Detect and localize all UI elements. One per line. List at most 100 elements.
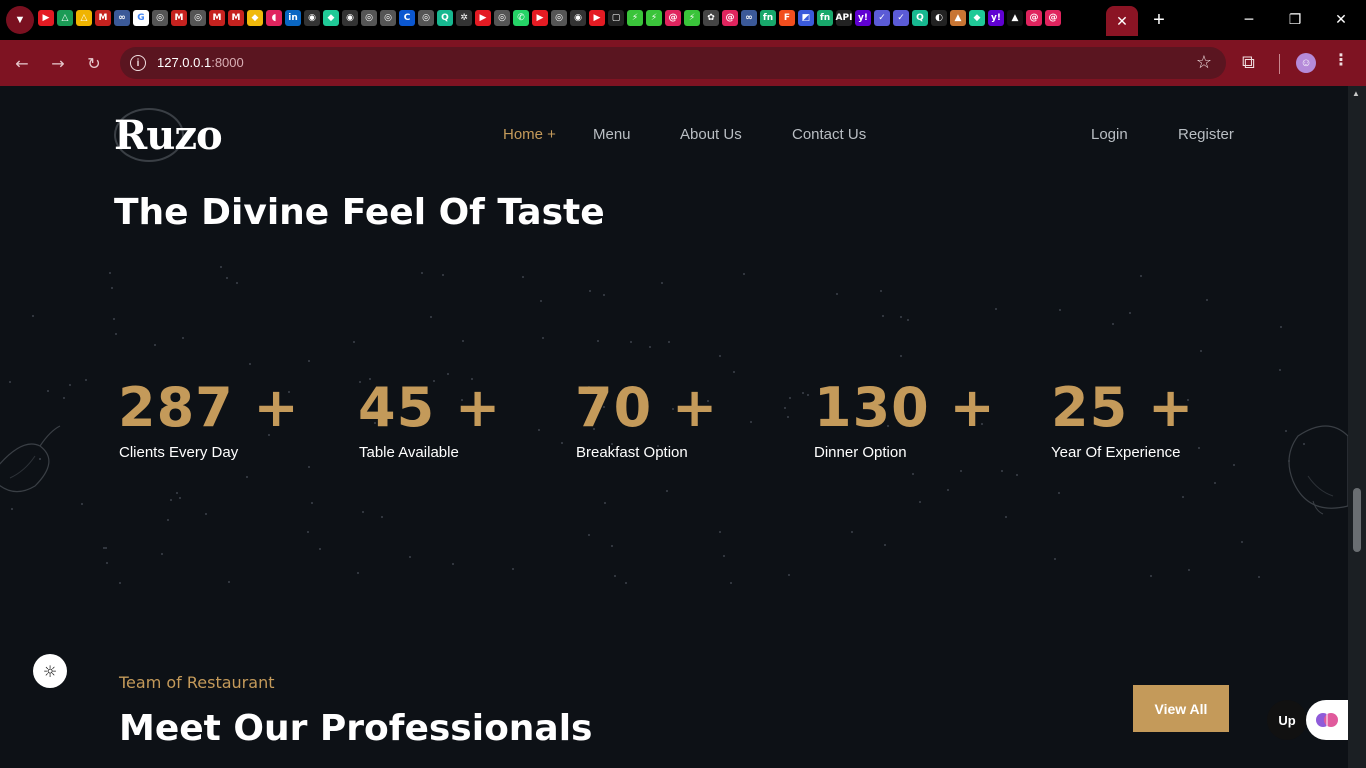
pinned-tab-linkedin-icon[interactable]: in [285, 10, 301, 26]
pinned-tab-globe-icon[interactable]: ◎ [190, 10, 206, 26]
sun-icon[interactable]: ☼ [33, 654, 67, 688]
pinned-tab-yahoo-icon[interactable]: y! [855, 10, 871, 26]
back-button[interactable]: ← [9, 50, 35, 76]
pinned-tab-app-icon[interactable]: ▲ [950, 10, 966, 26]
pinned-tab-github-icon[interactable]: ◉ [342, 10, 358, 26]
pinned-tab-drive-icon[interactable]: △ [57, 10, 73, 26]
pinned-tab-figma-icon[interactable]: F [779, 10, 795, 26]
pinned-tab-globe-icon[interactable]: ◎ [380, 10, 396, 26]
pinned-tab-app-icon[interactable]: ⚡ [646, 10, 662, 26]
pinned-tab-youtube-icon[interactable]: ▶ [532, 10, 548, 26]
pinned-tab-openai-icon[interactable]: ✿ [703, 10, 719, 26]
pinned-tab-whatsapp-icon[interactable]: ✆ [513, 10, 529, 26]
pinned-tab-meta-icon[interactable]: ∞ [114, 10, 130, 26]
scrollbar-thumb[interactable] [1353, 488, 1361, 552]
pinned-tab-globe-icon[interactable]: ◎ [361, 10, 377, 26]
pinned-tab-youtube-icon[interactable]: ▶ [38, 10, 54, 26]
pinned-tab-globe-icon[interactable]: ◎ [152, 10, 168, 26]
team-subtitle: Team of Restaurant [119, 673, 275, 692]
pinned-tab-github-icon[interactable]: ◉ [304, 10, 320, 26]
nav-menu[interactable]: Menu [593, 126, 631, 143]
pinned-tab-app-icon[interactable]: ◆ [969, 10, 985, 26]
pinned-tab-app-icon[interactable]: Q [437, 10, 453, 26]
pinned-tab-app-icon[interactable]: ✓ [874, 10, 890, 26]
texture-dot [522, 276, 524, 278]
bookmark-star-icon[interactable]: ☆ [1196, 52, 1212, 73]
pinned-tab-app-icon[interactable]: ▲ [1007, 10, 1023, 26]
login-link[interactable]: Login [1091, 126, 1128, 143]
texture-dot [512, 568, 514, 570]
pinned-tab-app-icon[interactable]: ✲ [456, 10, 472, 26]
pinned-tab-app-icon[interactable]: @ [1045, 10, 1061, 26]
pinned-tab-app-icon[interactable]: ◖ [266, 10, 282, 26]
nav-contact-us[interactable]: Contact Us [792, 126, 866, 143]
brain-icon[interactable] [1306, 700, 1348, 740]
pinned-tab-gmail-icon[interactable]: M [209, 10, 225, 26]
pinned-tab-api-icon[interactable]: API [836, 10, 852, 26]
texture-dot [311, 502, 313, 504]
pinned-tab-globe-icon[interactable]: ◎ [494, 10, 510, 26]
address-bar[interactable]: i 127.0.0.1:8000 ☆ [120, 47, 1226, 79]
pinned-tab-binance-icon[interactable]: ◆ [247, 10, 263, 26]
pinned-tab-app-icon[interactable]: fn [760, 10, 776, 26]
url-text[interactable]: 127.0.0.1:8000 [157, 55, 244, 70]
pinned-tab-yahoo-icon[interactable]: y! [988, 10, 1004, 26]
pinned-tab-youtube-icon[interactable]: ▶ [475, 10, 491, 26]
pinned-tab-app-icon[interactable]: ◩ [798, 10, 814, 26]
texture-dot [205, 513, 207, 515]
pinned-tab-gmail-icon[interactable]: M [95, 10, 111, 26]
view-all-button[interactable]: View All [1133, 685, 1229, 732]
extensions-icon[interactable]: ⧉ [1242, 52, 1255, 73]
texture-dot [750, 421, 752, 423]
pinned-tab-app-icon[interactable]: fn [817, 10, 833, 26]
scroll-up-arrow[interactable]: ▲ [1352, 89, 1360, 98]
texture-dot [1233, 464, 1235, 466]
pinned-tab-app-icon[interactable]: Q [912, 10, 928, 26]
pinned-tab-gmail-icon[interactable]: M [171, 10, 187, 26]
pinned-tab-app-icon[interactable]: ◐ [931, 10, 947, 26]
url-port: :8000 [211, 55, 244, 70]
register-link[interactable]: Register [1178, 126, 1234, 143]
toolbar-divider [1279, 54, 1280, 74]
pinned-tab-app-icon[interactable]: @ [1026, 10, 1042, 26]
pinned-tab-app-icon[interactable]: @ [722, 10, 738, 26]
pinned-tab-app-icon[interactable]: ▢ [608, 10, 624, 26]
texture-dot [9, 381, 11, 383]
pinned-tab-app-icon[interactable]: ◆ [323, 10, 339, 26]
pinned-tab-meta-icon[interactable]: ∞ [741, 10, 757, 26]
pinned-tab-globe-icon[interactable]: ◎ [551, 10, 567, 26]
pinned-tab-globe-icon[interactable]: ◎ [418, 10, 434, 26]
pinned-tab-youtube-icon[interactable]: ▶ [589, 10, 605, 26]
site-logo[interactable]: Ruzo [114, 112, 223, 159]
pinned-tab-app-icon[interactable]: C [399, 10, 415, 26]
active-tab[interactable]: ✕ [1106, 6, 1138, 36]
pinned-tab-github-icon[interactable]: ◉ [570, 10, 586, 26]
chevron-down-icon[interactable]: ▼ [6, 6, 34, 34]
page-scrollbar[interactable]: ▲ [1348, 86, 1366, 768]
texture-dot [115, 333, 117, 335]
texture-dot [802, 392, 804, 394]
nav-about-us[interactable]: About Us [680, 126, 742, 143]
new-tab-button[interactable]: + [1146, 8, 1172, 32]
nav-home[interactable]: Home + [503, 126, 556, 143]
reload-button[interactable]: ↻ [81, 50, 107, 76]
pinned-tab-app-icon[interactable]: ✓ [893, 10, 909, 26]
restore-button[interactable]: ❐ [1272, 0, 1318, 40]
forward-button[interactable]: → [45, 50, 71, 76]
pinned-tab-gmail-icon[interactable]: M [228, 10, 244, 26]
profile-avatar[interactable]: ☺ [1296, 53, 1316, 73]
texture-dot [32, 315, 34, 317]
pinned-tab-app-icon[interactable]: ⚡ [684, 10, 700, 26]
pinned-tab-app-icon[interactable]: @ [665, 10, 681, 26]
upwork-float-button[interactable]: Up [1267, 700, 1307, 740]
close-window-button[interactable]: ✕ [1318, 0, 1364, 40]
pinned-tab-google-icon[interactable]: G [133, 10, 149, 26]
minimize-button[interactable]: ─ [1226, 0, 1272, 40]
texture-dot [1258, 576, 1260, 578]
site-info-icon[interactable]: i [130, 55, 146, 71]
pinned-tab-drive-icon[interactable]: △ [76, 10, 92, 26]
browser-menu-icon[interactable]: ⋮ [1333, 50, 1349, 69]
close-tab-icon[interactable]: ✕ [1116, 13, 1128, 30]
pinned-tab-app-icon[interactable]: ⚡ [627, 10, 643, 26]
stat-value-clients: 287 + [118, 376, 300, 439]
